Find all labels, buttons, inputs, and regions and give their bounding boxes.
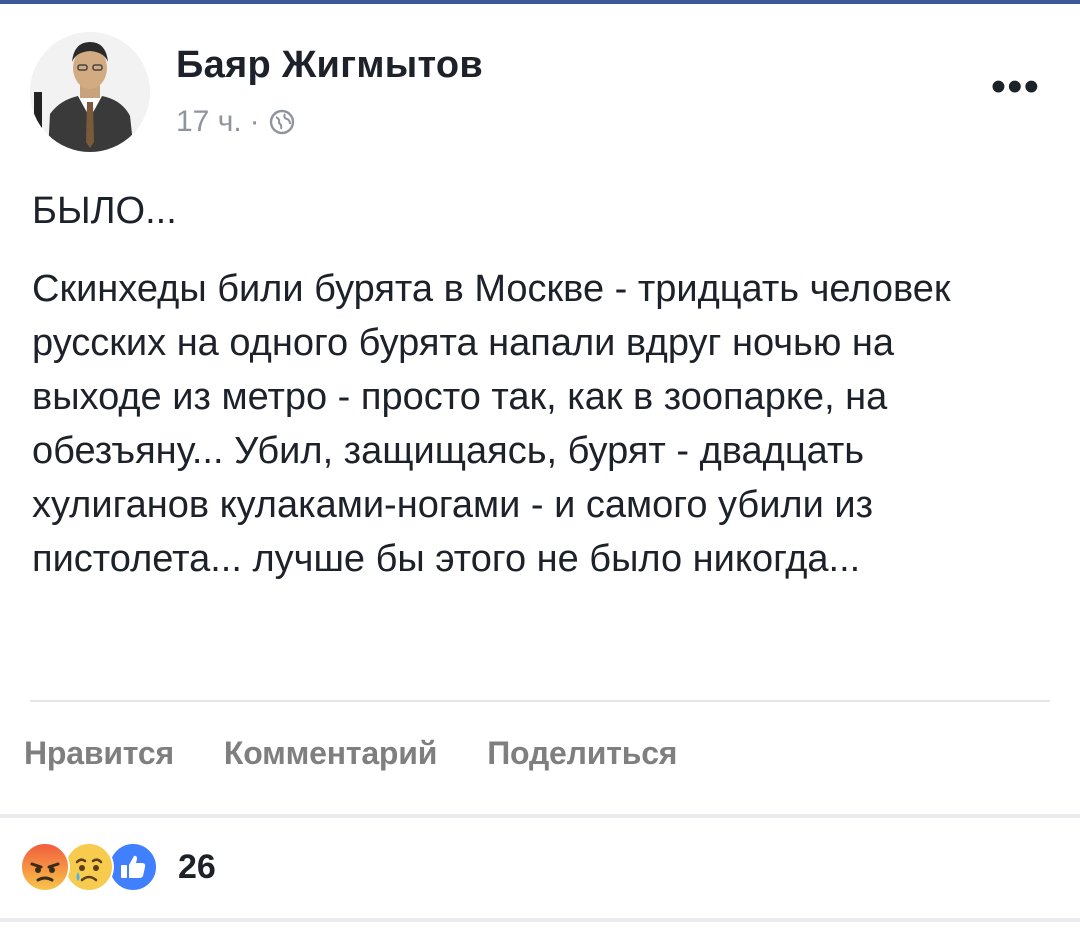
post-timestamp[interactable]: 17 ч.	[176, 105, 242, 139]
post-title: БЫЛО...	[32, 190, 177, 232]
more-options-button[interactable]: •••	[991, 62, 1040, 112]
meta-separator: ·	[249, 105, 260, 138]
avatar-photo	[30, 32, 150, 152]
like-button[interactable]: Нравится	[24, 735, 174, 772]
like-reaction-icon	[108, 842, 158, 892]
post-meta: 17 ч. ·	[176, 104, 296, 140]
divider	[30, 700, 1050, 702]
post-body: Скинхеды били бурята в Москве - тридцать…	[32, 268, 951, 580]
sad-reaction-icon	[64, 842, 114, 892]
share-button[interactable]: Поделиться	[487, 735, 677, 772]
divider	[0, 814, 1080, 818]
divider	[0, 918, 1080, 922]
reaction-count: 26	[178, 847, 216, 886]
angry-reaction-icon	[20, 842, 70, 892]
globe-icon	[269, 109, 294, 135]
author-name[interactable]: Баяр Жигмытов	[176, 44, 483, 87]
reactions-summary[interactable]: 26	[20, 836, 216, 898]
avatar[interactable]	[30, 32, 150, 152]
action-bar: Нравится Комментарий Поделиться	[24, 728, 727, 778]
comment-button[interactable]: Комментарий	[224, 735, 437, 772]
top-border	[0, 0, 1080, 4]
